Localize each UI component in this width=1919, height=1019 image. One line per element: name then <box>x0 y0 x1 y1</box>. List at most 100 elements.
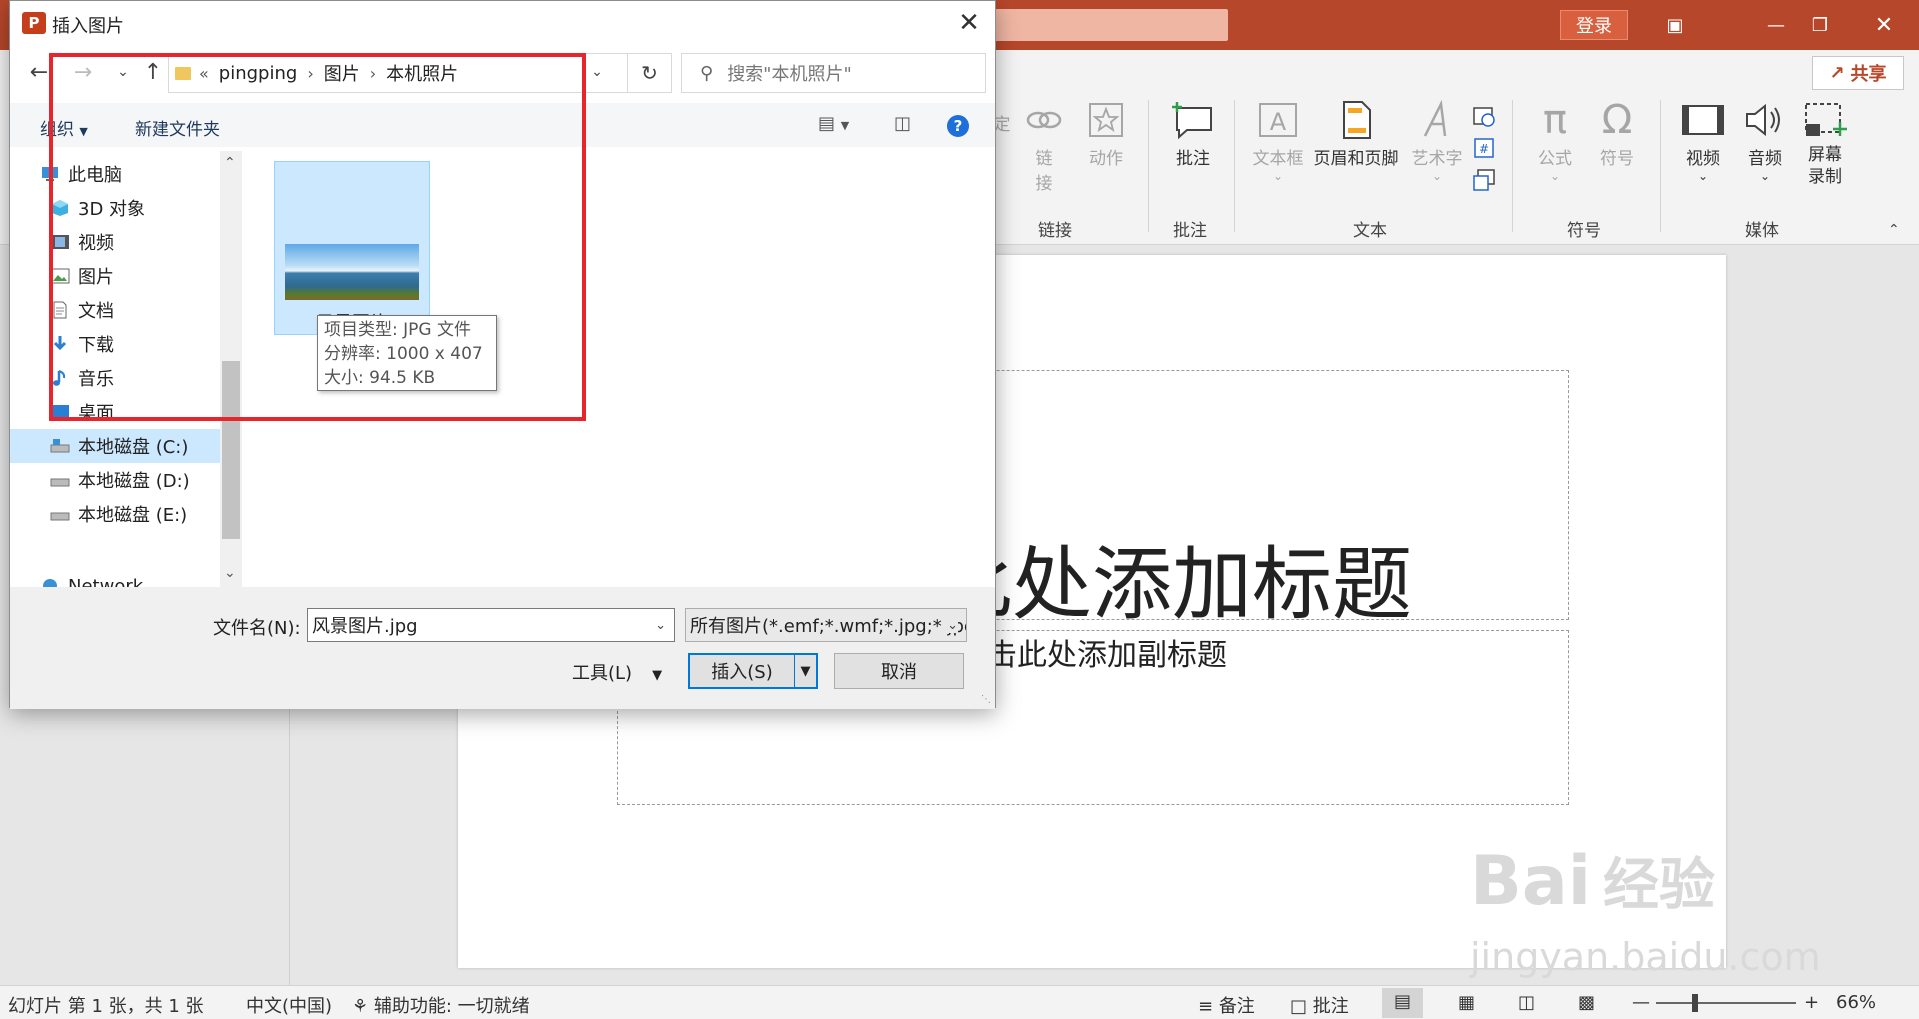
insert-options-dropdown-icon[interactable]: ▼ <box>794 655 816 687</box>
notes-button[interactable]: ≡ 备注 <box>1198 992 1255 1018</box>
file-tooltip: 项目类型: JPG 文件 分辨率: 1000 x 407 大小: 94.5 KB <box>317 315 497 391</box>
new-folder-button[interactable]: 新建文件夹 <box>135 115 220 140</box>
tree-item-downloads[interactable]: 下载 <box>50 327 238 361</box>
ribbon-textbox-button[interactable]: A 文本框 ⌄ <box>1248 100 1308 183</box>
filename-label: 文件名(N): <box>213 618 301 639</box>
ribbon-screen-record-label: 屏幕录制 <box>1808 145 1842 187</box>
zoom-level[interactable]: 66% <box>1836 992 1876 1013</box>
group-label-media: 媒体 <box>1745 221 1779 241</box>
language-status[interactable]: 中文(中国) <box>246 992 332 1018</box>
dialog-footer: 文件名(N): 风景图片.jpg ⌄ 所有图片(*.emf;*.wmf;*.jp… <box>10 587 995 709</box>
pi-icon: π <box>1542 97 1568 143</box>
tree-item-videos[interactable]: 视频 <box>50 225 238 259</box>
document-icon <box>53 301 67 319</box>
app-close-icon[interactable]: ✕ <box>1864 8 1904 42</box>
film-icon <box>51 235 69 249</box>
cancel-button[interactable]: 取消 <box>834 653 964 689</box>
ribbon-comment-button[interactable]: 批注 <box>1165 100 1221 169</box>
screen-record-icon <box>1805 103 1847 136</box>
accessibility-status[interactable]: ⚘ 辅助功能: 一切就绪 <box>352 992 530 1018</box>
help-icon[interactable]: ? <box>947 115 969 137</box>
tree-item-pictures[interactable]: 图片 <box>50 259 238 293</box>
organize-button[interactable]: 组织 ▼ <box>40 115 88 140</box>
dialog-title: 插入图片 <box>52 16 124 37</box>
ribbon-video-button[interactable]: 视频 ⌄ <box>1678 100 1728 183</box>
share-icon: ↗ <box>1829 62 1845 84</box>
up-arrow-icon[interactable]: ↑ <box>138 57 168 87</box>
accessibility-icon: ⚘ <box>352 996 369 1017</box>
tree-item-drive-d[interactable]: 本地磁盘 (D:) <box>50 463 238 497</box>
ribbon-screen-record-button[interactable]: 屏幕录制 <box>1800 100 1850 188</box>
file-type-select[interactable]: 所有图片(*.emf;*.wmf;*.jpg;*.jpeg;*.png) ⌄ <box>685 608 967 642</box>
forward-arrow-icon[interactable]: → <box>68 57 98 87</box>
ribbon-wordart-label: 艺术字 <box>1411 149 1463 169</box>
file-type-dropdown-icon[interactable]: ⌄ <box>943 617 958 633</box>
ribbon-video-label: 视频 <box>1686 149 1720 169</box>
change-view-icon[interactable]: ▤ ▼ <box>818 113 849 134</box>
collapse-ribbon-icon[interactable]: ⌃ <box>1888 222 1900 238</box>
slide-sorter-icon[interactable]: ▦ <box>1458 992 1475 1013</box>
tree-item-documents[interactable]: 文档 <box>50 293 238 327</box>
back-arrow-icon[interactable]: ← <box>24 57 54 87</box>
zoom-slider-thumb[interactable] <box>1692 994 1698 1012</box>
tree-scrollbar-thumb[interactable] <box>222 361 240 539</box>
comments-button[interactable]: □ 批注 <box>1290 992 1349 1018</box>
breadcrumb-separator-icon: › <box>369 63 377 83</box>
ribbon-small-text-tools[interactable]: # <box>1472 104 1498 194</box>
preview-pane-icon[interactable]: ◫ <box>894 113 911 134</box>
address-dropdown-icon[interactable]: ⌄ <box>582 57 612 87</box>
tree-item-desktop[interactable]: 桌面 <box>50 395 238 429</box>
drive-icon <box>50 439 70 453</box>
slideshow-icon[interactable]: ▩ <box>1578 992 1595 1013</box>
ribbon-audio-label: 音频 <box>1748 149 1782 169</box>
breadcrumb-pictures[interactable]: 图片 <box>324 60 360 86</box>
zoom-out-icon[interactable]: — <box>1632 992 1650 1013</box>
refresh-icon[interactable]: ↻ <box>628 53 672 93</box>
navigation-tree: 此电脑 3D 对象 视频 图片 文档 下载 音乐 桌面 本地磁盘 (C:) 本地… <box>10 151 240 587</box>
ribbon-equation-label: 公式 <box>1538 149 1572 169</box>
insert-button[interactable]: 插入(S) ▼ <box>688 653 818 689</box>
network-icon <box>43 579 57 587</box>
zoom-in-icon[interactable]: + <box>1804 992 1819 1013</box>
ribbon-display-icon[interactable]: ▣ <box>1655 8 1695 42</box>
tree-scrollbar[interactable]: ⌃ ⌄ <box>220 151 242 587</box>
filename-dropdown-icon[interactable]: ⌄ <box>655 618 666 633</box>
ribbon-action-button[interactable]: 动作 <box>1080 100 1132 169</box>
breadcrumb-local-photos[interactable]: 本机照片 <box>386 60 458 86</box>
scroll-down-icon[interactable]: ⌄ <box>224 565 236 581</box>
ribbon-equation-button[interactable]: π 公式 ⌄ <box>1530 100 1580 183</box>
recent-locations-chevron-icon[interactable]: ⌄ <box>108 57 138 87</box>
ribbon-symbol-button[interactable]: Ω 符号 <box>1592 100 1642 169</box>
reading-view-icon[interactable]: ◫ <box>1518 992 1535 1013</box>
tree-item-music[interactable]: 音乐 <box>50 361 238 395</box>
tree-item-network[interactable]: Network <box>40 569 228 587</box>
tree-item-3d-objects[interactable]: 3D 对象 <box>50 191 238 225</box>
slide-number-icon: # <box>1474 138 1494 158</box>
share-button[interactable]: ↗ 共享 <box>1812 56 1904 90</box>
file-item-landscape[interactable]: 风景图片 <box>274 161 430 335</box>
resize-grip-icon[interactable]: ⋱ <box>981 694 991 705</box>
scroll-up-icon[interactable]: ⌃ <box>224 155 236 171</box>
zoom-slider[interactable] <box>1656 1002 1796 1004</box>
tools-button[interactable]: 工具(L) ▼ <box>572 659 662 685</box>
breadcrumb-pingping[interactable]: pingping <box>219 63 298 84</box>
dialog-close-icon[interactable]: ✕ <box>953 7 985 39</box>
ribbon-wordart-button[interactable]: 艺术字 ⌄ <box>1408 100 1466 183</box>
login-button[interactable]: 登录 <box>1560 10 1628 40</box>
dialog-titlebar: P 插入图片 ✕ <box>10 1 995 45</box>
filename-input[interactable]: 风景图片.jpg ⌄ <box>307 608 675 642</box>
tree-item-drive-e[interactable]: 本地磁盘 (E:) <box>50 497 238 531</box>
ribbon-header-footer-button[interactable]: 页眉和页脚 <box>1310 100 1402 169</box>
textbox-icon: A <box>1259 103 1297 137</box>
search-input[interactable]: ⚲ 搜索"本机照片" <box>681 53 986 93</box>
restore-icon[interactable]: ❐ <box>1800 8 1840 42</box>
app-search-bar[interactable] <box>990 9 1228 41</box>
normal-view-icon[interactable]: ▤ <box>1382 988 1424 1018</box>
tree-item-drive-c[interactable]: 本地磁盘 (C:) <box>10 429 220 463</box>
minimize-icon[interactable]: — <box>1756 8 1796 42</box>
ribbon-link-button[interactable]: 链接 <box>1020 100 1068 194</box>
ribbon-audio-button[interactable]: 音频 ⌄ <box>1740 100 1790 183</box>
drive-icon <box>50 478 70 487</box>
tree-item-this-pc[interactable]: 此电脑 <box>40 157 228 191</box>
address-bar[interactable]: « pingping › 图片 › 本机照片 <box>168 53 628 93</box>
